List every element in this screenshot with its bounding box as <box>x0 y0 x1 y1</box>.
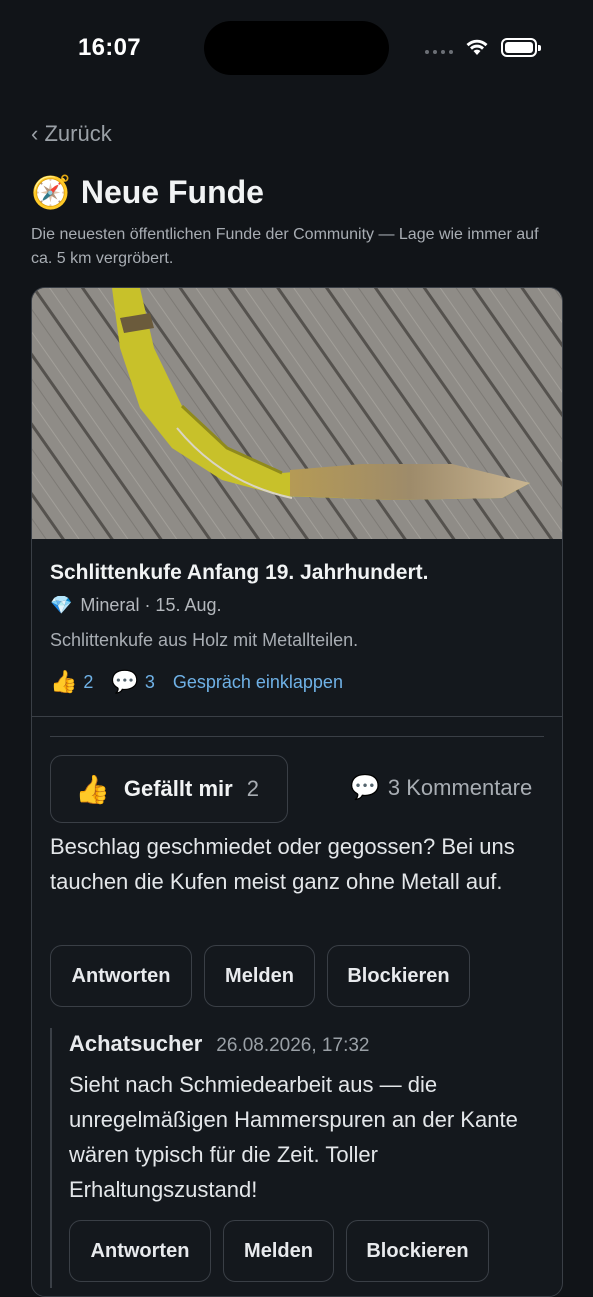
reply-button[interactable]: Antworten <box>50 945 192 1007</box>
wifi-icon <box>466 39 488 55</box>
clock: 16:07 <box>78 34 141 61</box>
divider <box>50 736 544 737</box>
comments-count-label: 3 Kommentare <box>387 774 533 800</box>
back-button[interactable]: ‹ Zurück <box>31 121 112 147</box>
find-description: Schlittenkufe aus Holz mit Metallteilen. <box>50 630 359 650</box>
comments-count-small: 3 <box>144 671 155 692</box>
report-button[interactable]: Melden <box>204 945 315 1007</box>
report-button[interactable]: Melden <box>223 1220 334 1282</box>
reply-date: 26.08.2026, 17:32 <box>216 1035 370 1056</box>
compass-icon: 🧭 <box>31 174 71 210</box>
block-button[interactable]: Blockieren <box>327 945 470 1007</box>
battery-icon <box>501 38 541 57</box>
page-title: 🧭 Neue Funde <box>31 173 264 211</box>
reply-thread-line <box>50 1028 52 1288</box>
find-meta: 💎 Mineral · 15. Aug. <box>50 595 222 616</box>
reply-button[interactable]: Antworten <box>69 1220 211 1282</box>
collapse-conversation-link[interactable]: Gespräch einklappen <box>173 672 343 693</box>
block-button[interactable]: Blockieren <box>346 1220 489 1282</box>
find-category-date: Mineral · 15. Aug. <box>80 595 222 615</box>
reply-header: Achatsucher 26.08.2026, 17:32 <box>69 1031 369 1057</box>
likes-count: 2 <box>83 671 94 692</box>
find-photo[interactable] <box>32 288 562 539</box>
comment-text: Beschlag geschmiedet oder gegossen? Bei … <box>50 834 515 894</box>
like-button[interactable]: 👍 Gefällt mir 2 <box>50 755 288 823</box>
signal-icon <box>425 50 453 54</box>
reply-author[interactable]: Achatsucher <box>69 1031 202 1057</box>
dynamic-island <box>204 21 389 75</box>
gem-icon: 💎 <box>50 595 73 615</box>
divider <box>32 716 562 717</box>
like-label: Gefällt mir <box>123 776 233 801</box>
thumbs-up-icon: 👍 <box>75 773 110 805</box>
find-card: Schlittenkufe Anfang 19. Jahrhundert. 💎 … <box>31 287 563 1297</box>
reaction-summary: 👍 2 💬 3 Gespräch einklappen <box>50 669 343 695</box>
sled-runner-photo <box>32 288 562 539</box>
comments-toggle[interactable]: 💬 3 Kommentare <box>350 773 532 802</box>
find-title[interactable]: Schlittenkufe Anfang 19. Jahrhundert. <box>50 561 428 585</box>
page-title-text: Neue Funde <box>80 173 264 210</box>
thumbs-up-icon: 👍 <box>50 669 78 694</box>
back-label: Zurück <box>44 121 112 146</box>
speech-bubble-icon: 💬 <box>350 774 380 801</box>
page-subtitle: Die neuesten öffentlichen Funde der Comm… <box>31 226 539 267</box>
status-bar: 16:07 <box>0 0 593 96</box>
reply-text: Sieht nach Schmiedearbeit aus — die unre… <box>69 1072 518 1202</box>
speech-bubble-icon: 💬 <box>111 669 139 694</box>
like-count: 2 <box>246 776 259 801</box>
